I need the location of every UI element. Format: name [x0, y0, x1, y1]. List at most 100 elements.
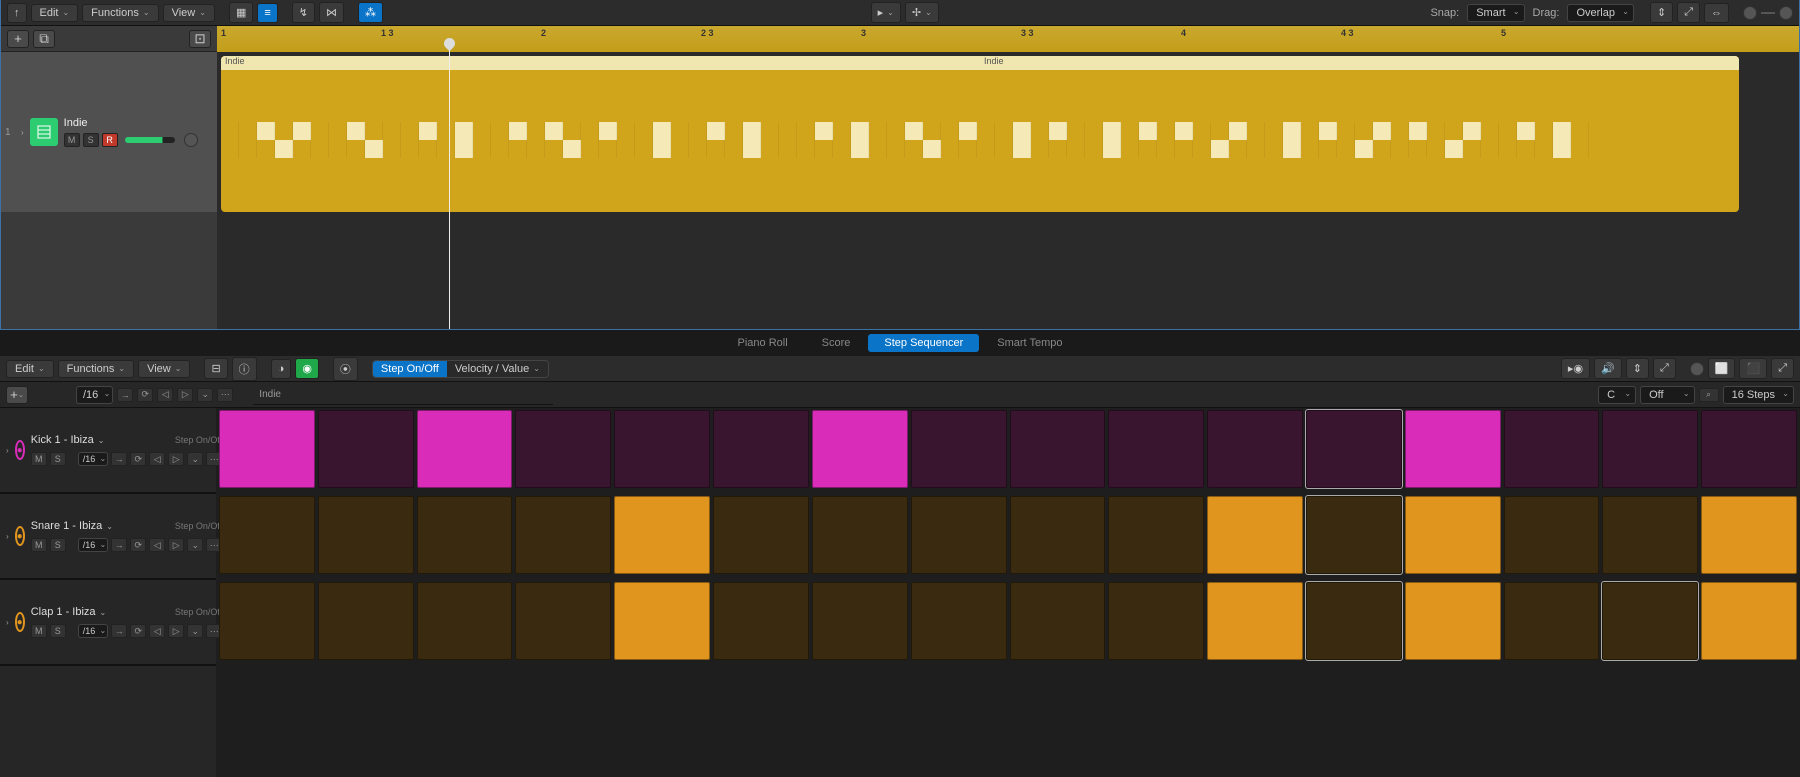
row-direction-button[interactable]: →	[111, 538, 127, 552]
step-cell[interactable]	[1504, 582, 1600, 660]
list-icon[interactable]: ≡	[257, 3, 277, 23]
step-cell[interactable]	[1602, 496, 1698, 574]
step-cell[interactable]	[614, 496, 710, 574]
preview-icon[interactable]: ◑	[271, 359, 292, 379]
key-dropdown[interactable]: C⌄	[1598, 386, 1636, 404]
grid-icon[interactable]: ▦	[229, 2, 253, 23]
row-division-dropdown[interactable]: /16⌄	[78, 538, 109, 552]
step-cell[interactable]	[614, 582, 710, 660]
scale-dropdown[interactable]: Off⌄	[1640, 386, 1694, 404]
step-cell[interactable]	[417, 582, 513, 660]
step-cell[interactable]	[1207, 582, 1303, 660]
row-note-r-button[interactable]: ▷	[168, 452, 184, 466]
step-cell[interactable]	[1010, 496, 1106, 574]
pencil-tool[interactable]: ✢⌄	[905, 2, 939, 23]
step-cell[interactable]	[911, 582, 1007, 660]
snap-dropdown[interactable]: Smart ⌄	[1467, 4, 1524, 22]
add-row-button[interactable]: +⌄	[6, 386, 28, 404]
step-cell[interactable]	[1504, 410, 1600, 488]
step-cell[interactable]	[812, 496, 908, 574]
info-icon[interactable]: ⓘ	[232, 357, 257, 381]
tab-smart-tempo[interactable]: Smart Tempo	[981, 334, 1078, 352]
edit-menu[interactable]: Edit⌄	[31, 4, 79, 22]
zoom-fit2-icon[interactable]: ⤢	[1653, 358, 1676, 379]
step-cell[interactable]	[713, 410, 809, 488]
seq-row-header[interactable]: › ● Clap 1 - Ibiza ⌄Step On/Off M S /16⌄…	[0, 580, 216, 666]
disclosure-icon[interactable]: ›	[21, 128, 24, 137]
pattern-name[interactable]: Indie	[253, 385, 553, 405]
step-cell[interactable]	[1405, 496, 1501, 574]
step-cell[interactable]	[713, 496, 809, 574]
chev-down-button[interactable]: ⌄	[197, 388, 213, 402]
solo-button[interactable]: S	[83, 133, 99, 147]
step-cell[interactable]	[1207, 410, 1303, 488]
step-cell[interactable]	[515, 496, 611, 574]
pan-knob[interactable]	[184, 133, 198, 147]
seq-view-menu[interactable]: View⌄	[138, 360, 190, 378]
row-note-r-button[interactable]: ▷	[168, 538, 184, 552]
step-cell[interactable]	[417, 496, 513, 574]
row-chev-button[interactable]: ⌄	[187, 624, 203, 638]
seq-edit-menu[interactable]: Edit⌄	[6, 360, 54, 378]
step-cell[interactable]	[1306, 410, 1402, 488]
row-mute-button[interactable]: M	[31, 452, 47, 466]
step-cell[interactable]	[219, 410, 315, 488]
catch-playhead-button[interactable]: ⊡	[189, 30, 211, 48]
row-division-dropdown[interactable]: /16⌄	[78, 452, 109, 466]
zoom-h-icon[interactable]: ⇔	[1704, 3, 1729, 23]
row-disclosure-icon[interactable]: ›	[6, 618, 9, 627]
step-cell[interactable]	[1010, 582, 1106, 660]
v-split-icon[interactable]: ⬛	[1739, 358, 1767, 379]
row-loop-button[interactable]: ⟳	[130, 538, 146, 552]
step-cell[interactable]	[219, 496, 315, 574]
expand-icon[interactable]: ⤢	[1771, 358, 1794, 379]
step-cell[interactable]	[515, 582, 611, 660]
seq-functions-menu[interactable]: Functions⌄	[58, 360, 134, 378]
sound-icon[interactable]: 🔊	[1594, 358, 1622, 379]
step-cell[interactable]	[911, 496, 1007, 574]
row-mute-button[interactable]: M	[31, 538, 47, 552]
step-cell[interactable]	[1602, 582, 1698, 660]
row-note-l-button[interactable]: ◁	[149, 538, 165, 552]
pointer-tool[interactable]: ▸⌄	[871, 2, 901, 23]
inspector-icon[interactable]: ⊟	[204, 358, 227, 379]
row-division-dropdown[interactable]: /16⌄	[78, 624, 109, 638]
seq-row-header[interactable]: › ● Kick 1 - Ibiza ⌄Step On/Off M S /16⌄…	[0, 408, 216, 494]
tab-score[interactable]: Score	[806, 334, 867, 352]
zoom-h-knob[interactable]	[1779, 6, 1793, 20]
step-cell[interactable]	[1701, 410, 1797, 488]
step-cell[interactable]	[417, 410, 513, 488]
step-cell[interactable]	[1306, 496, 1402, 574]
row-note-l-button[interactable]: ◁	[149, 624, 165, 638]
timeline-ruler[interactable]: 11 322 333 344 35	[217, 26, 1799, 52]
row-note-r-button[interactable]: ▷	[168, 624, 184, 638]
live-record-icon[interactable]: ⦿	[333, 357, 358, 381]
search-icon[interactable]: ⌕	[1699, 388, 1719, 402]
h-split-icon[interactable]: ⬜	[1708, 358, 1736, 379]
functions-menu[interactable]: Functions⌄	[82, 4, 158, 22]
step-cell[interactable]	[911, 410, 1007, 488]
loop-button[interactable]: ⟳	[137, 388, 153, 402]
up-arrow-button[interactable]: ↑	[7, 3, 27, 23]
tab-step-sequencer[interactable]: Step Sequencer	[868, 334, 979, 352]
step-cell[interactable]	[318, 496, 414, 574]
step-cell[interactable]	[318, 582, 414, 660]
zoom-v-knob[interactable]	[1743, 6, 1757, 20]
volume-slider[interactable]	[125, 137, 175, 143]
playhead[interactable]	[449, 40, 450, 329]
zoom-fit-icon[interactable]: ⤢	[1677, 2, 1700, 23]
track-header-row[interactable]: 1 › Indie M S R	[1, 52, 217, 212]
row-mute-button[interactable]: M	[31, 624, 47, 638]
row-solo-button[interactable]: S	[50, 452, 66, 466]
step-cell[interactable]	[515, 410, 611, 488]
flex-icon[interactable]: ⋈	[319, 2, 344, 23]
step-cell[interactable]	[318, 410, 414, 488]
step-cell[interactable]	[812, 582, 908, 660]
step-cell[interactable]	[219, 582, 315, 660]
direction-button[interactable]: →	[117, 388, 133, 402]
mute-button[interactable]: M	[64, 133, 80, 147]
step-cell[interactable]	[812, 410, 908, 488]
seq-zoom-knob[interactable]	[1690, 362, 1704, 376]
step-cell[interactable]	[614, 410, 710, 488]
note-right-button[interactable]: ▷	[177, 388, 193, 402]
